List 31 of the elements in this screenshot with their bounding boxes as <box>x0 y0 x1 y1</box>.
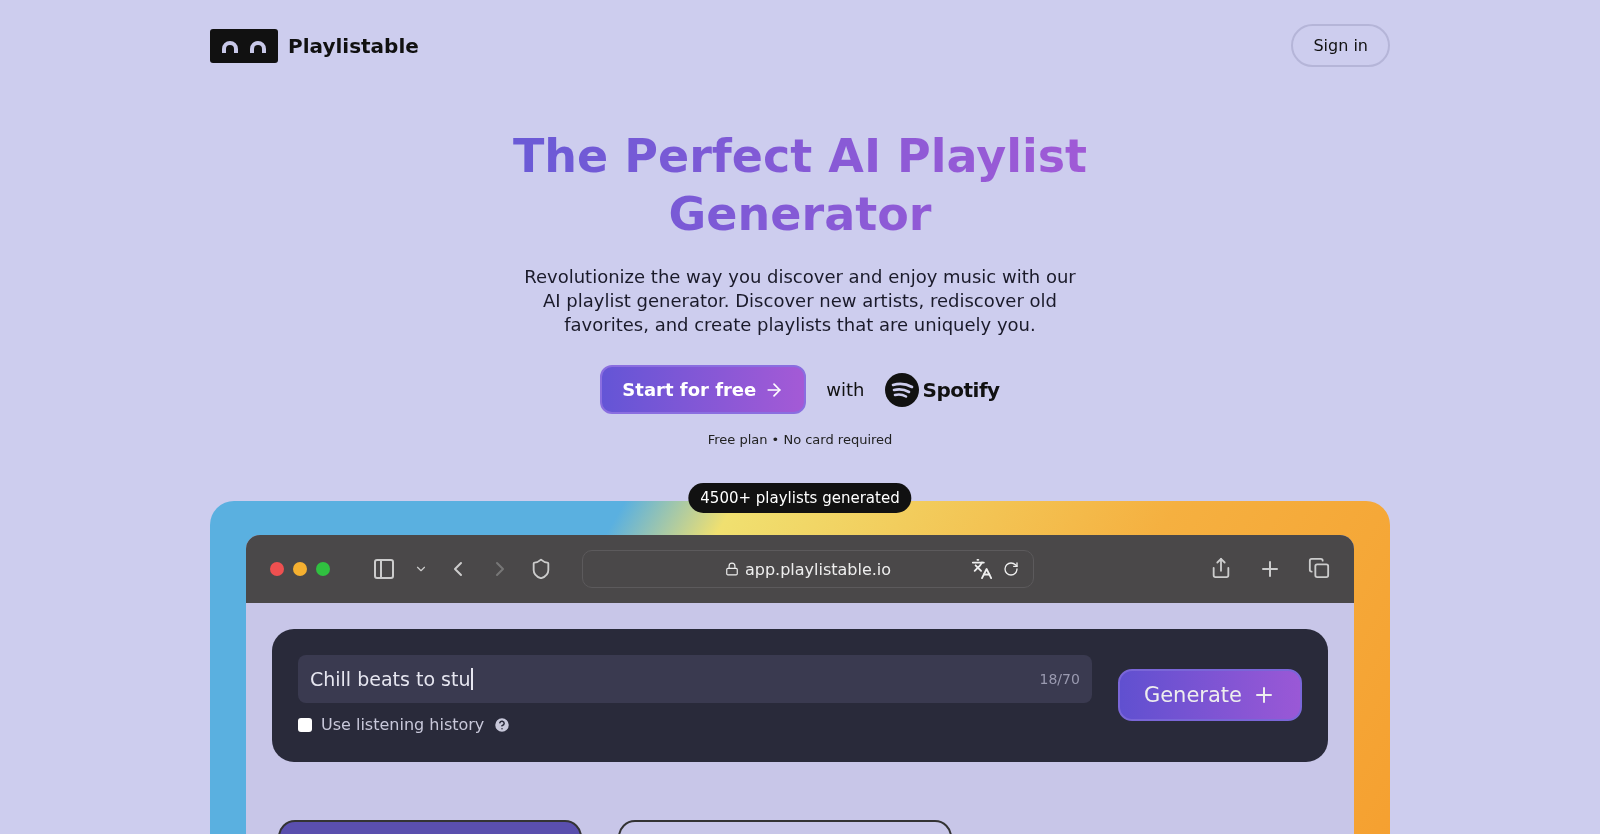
sidebar-icon[interactable] <box>372 557 396 581</box>
logo-icon <box>210 28 278 63</box>
help-icon[interactable] <box>493 715 512 734</box>
hero-title: The Perfect AI Playlist <box>512 128 1088 185</box>
lock-icon <box>724 562 739 576</box>
reload-icon[interactable] <box>1003 561 1019 577</box>
shield-icon[interactable] <box>530 558 552 580</box>
close-icon[interactable] <box>270 562 284 576</box>
hero-description: Revolutionize the way you discover and enjoy music with our AI playlist generator. Discover new artists, rediscover old favorites, and create playlists that are uniquely you. <box>523 265 1077 337</box>
plan-note: Free plan • No card required <box>707 432 893 447</box>
spotify-logo-icon <box>884 372 919 407</box>
playlists-count-badge: 4500+ playlists generated <box>688 483 912 513</box>
with-label: with <box>826 379 865 400</box>
history-label: Use listening history <box>321 715 485 734</box>
translate-icon[interactable] <box>971 558 993 580</box>
spotify-wordmark: Spotify <box>922 377 1000 402</box>
generate-button[interactable]: Generate <box>1117 668 1302 721</box>
char-counter: 18/70 <box>1039 671 1080 687</box>
tabs-icon[interactable] <box>1308 557 1330 579</box>
hero-title: Generator <box>668 186 932 243</box>
maximize-icon[interactable] <box>316 562 330 576</box>
sign-in-button[interactable]: Sign in <box>1291 24 1390 67</box>
address-bar[interactable]: app.playlistable.io <box>582 550 1034 588</box>
history-checkbox[interactable] <box>298 717 312 732</box>
prompt-field[interactable]: Chill beats to stu 18/70 <box>298 655 1092 703</box>
prompt-text: Chill beats to stu <box>310 668 474 690</box>
url-text: app.playlistable.io <box>744 559 892 579</box>
minimize-icon[interactable] <box>293 562 307 576</box>
start-button[interactable]: Start for free <box>600 365 807 414</box>
share-icon[interactable] <box>1210 557 1232 579</box>
brand-name: Playlistable <box>288 33 419 58</box>
